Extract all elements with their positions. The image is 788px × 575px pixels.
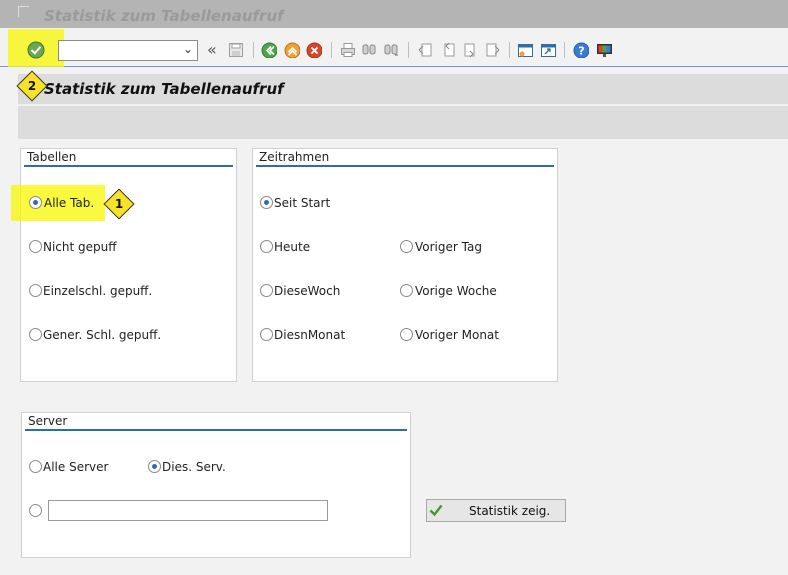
tabellen-title: Tabellen: [27, 150, 77, 164]
server-name-input[interactable]: [48, 500, 328, 521]
save-icon[interactable]: [228, 42, 244, 58]
toolbar-separator: [331, 42, 332, 58]
radio-diese-woch-label: DieseWoch: [274, 284, 341, 298]
back-icon[interactable]: [261, 42, 277, 58]
radio-einzelschl-gepuff-label: Einzelschl. gepuff.: [43, 284, 153, 298]
command-field[interactable]: ⌄: [58, 40, 198, 61]
toolbar-separator: [509, 42, 510, 58]
radio-gener-schl-gepuff[interactable]: [29, 328, 42, 341]
radio-vorige-woche[interactable]: [400, 284, 413, 297]
customize-layout-icon[interactable]: [596, 42, 612, 58]
radio-heute[interactable]: [260, 240, 273, 253]
radio-vorige-woche-label: Vorige Woche: [415, 284, 497, 298]
zeitrahmen-group: Zeitrahmen: [252, 148, 558, 382]
find-icon[interactable]: [361, 42, 377, 58]
radio-seit-start-label: Seit Start: [274, 196, 331, 210]
window-title: Statistik zum Tabellenaufruf: [44, 7, 284, 25]
application-toolbar: [18, 106, 788, 139]
statistik-zeig-label: Statistik zeig.: [469, 504, 551, 518]
system-menu-icon[interactable]: [18, 6, 29, 17]
radio-diese-woch[interactable]: [260, 284, 273, 297]
page-title: Statistik zum Tabellenaufruf: [44, 80, 284, 98]
chevron-down-icon[interactable]: ⌄: [183, 42, 193, 56]
radio-voriger-tag-label: Voriger Tag: [415, 240, 482, 254]
radio-seit-start[interactable]: [260, 196, 273, 209]
radio-diesn-monat[interactable]: [260, 328, 273, 341]
previous-page-icon[interactable]: [440, 42, 456, 58]
radio-heute-label: Heute: [274, 240, 311, 254]
radio-nicht-gepuff-label: Nicht gepuff: [43, 240, 117, 254]
radio-dies-serv[interactable]: [148, 460, 161, 473]
radio-alle-server[interactable]: [29, 460, 42, 473]
radio-alle-tab-label: Alle Tab.: [44, 196, 95, 210]
checkmark-icon: [429, 504, 443, 517]
radio-einzelschl-gepuff[interactable]: [29, 284, 42, 297]
exit-icon[interactable]: [284, 42, 300, 58]
toolbar-separator: [253, 42, 254, 58]
svg-text:?: ?: [578, 45, 584, 58]
radio-voriger-monat[interactable]: [400, 328, 413, 341]
radio-voriger-tag[interactable]: [400, 240, 413, 253]
toolbar-separator: [408, 42, 409, 58]
statistik-zeig-button[interactable]: Statistik zeig.: [426, 499, 566, 522]
radio-voriger-monat-label: Voriger Monat: [415, 328, 499, 342]
tabellen-group: Tabellen: [20, 148, 237, 382]
find-next-icon[interactable]: [383, 42, 399, 58]
server-group: Server: [21, 412, 411, 558]
radio-dies-serv-label: Dies. Serv.: [162, 460, 226, 474]
new-session-icon[interactable]: [517, 42, 533, 58]
annotation-badge-1-label: 1: [114, 197, 124, 211]
radio-gener-schl-gepuff-label: Gener. Schl. gepuff.: [43, 328, 162, 342]
group-title-line: [25, 429, 407, 431]
help-icon[interactable]: ?: [573, 42, 589, 58]
print-icon[interactable]: [340, 42, 356, 58]
back-arrows-icon[interactable]: «: [207, 40, 217, 59]
screen-header: Statistik zum Tabellenaufruf: [18, 74, 788, 105]
toolbar-separator: [564, 42, 565, 58]
last-page-icon[interactable]: [485, 42, 501, 58]
next-page-icon[interactable]: [463, 42, 479, 58]
radio-diesn-monat-label: DiesnMonat: [274, 328, 346, 342]
radio-alle-server-label: Alle Server: [43, 460, 109, 474]
group-title-line: [256, 165, 554, 167]
cancel-icon[interactable]: [306, 42, 322, 58]
shortcut-icon[interactable]: [540, 42, 556, 58]
title-bar: Statistik zum Tabellenaufruf: [0, 0, 788, 28]
first-page-icon[interactable]: [417, 42, 433, 58]
annotation-badge-2-label: 2: [27, 79, 37, 93]
radio-server-custom[interactable]: [29, 504, 42, 517]
enter-icon[interactable]: [26, 40, 46, 60]
radio-nicht-gepuff[interactable]: [29, 240, 42, 253]
radio-alle-tab[interactable]: [29, 196, 42, 209]
group-title-line: [24, 165, 233, 167]
server-title: Server: [28, 414, 68, 428]
zeitrahmen-title: Zeitrahmen: [259, 150, 330, 164]
